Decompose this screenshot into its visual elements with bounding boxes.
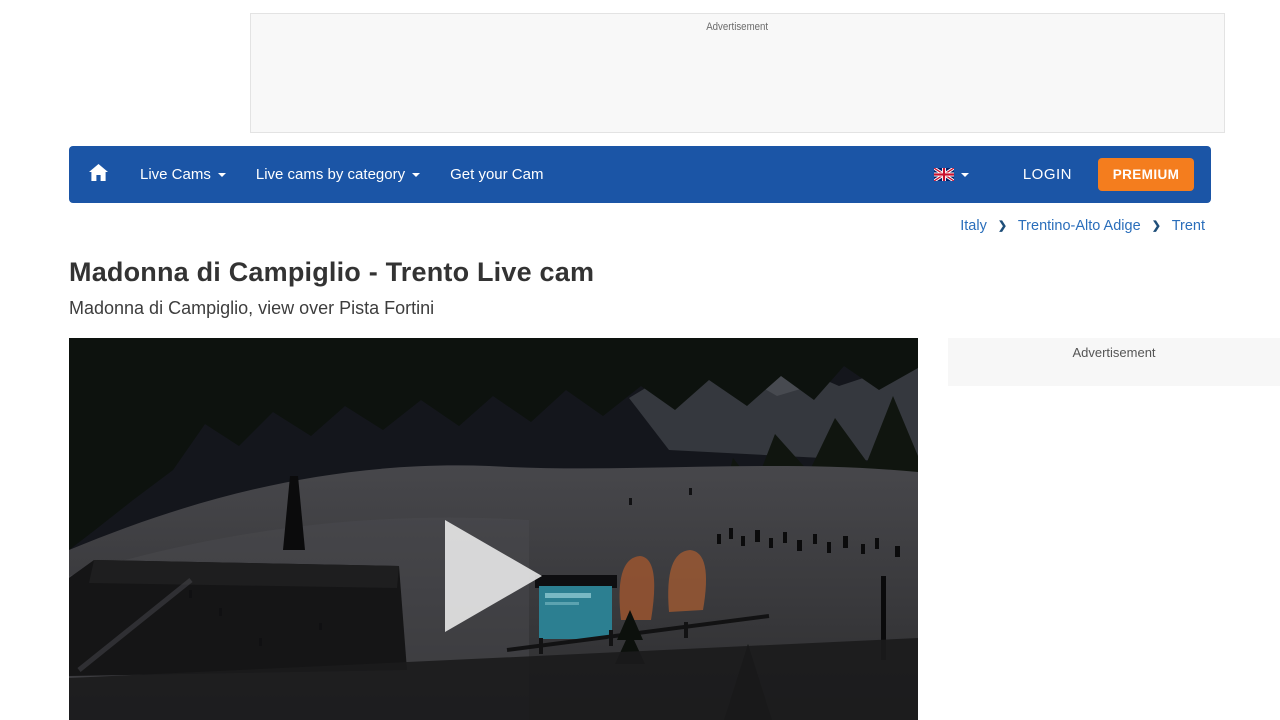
home-icon [89, 164, 108, 186]
ad-label: Advertisement [1072, 345, 1155, 360]
live-cam-player[interactable] [69, 338, 918, 720]
main-navbar: Live Cams Live cams by category Get your… [69, 146, 1211, 203]
nav-item-live-cams[interactable]: Live Cams [125, 166, 241, 183]
side-ad-banner: Advertisement [948, 338, 1280, 386]
top-ad-banner: Advertisement [250, 13, 1225, 133]
chevron-down-icon [412, 173, 420, 177]
chevron-down-icon [961, 173, 969, 177]
breadcrumb-link-trent[interactable]: Trent [1172, 218, 1205, 234]
chevron-right-icon: ❯ [1152, 220, 1161, 232]
nav-item-label: Live cams by category [256, 166, 405, 183]
navbar-right-group: LOGIN PREMIUM [920, 158, 1211, 191]
ad-label: Advertisement [707, 21, 769, 33]
uk-flag-icon [934, 168, 954, 181]
page-title: Madonna di Campiglio - Trento Live cam [69, 257, 594, 288]
home-button[interactable] [69, 164, 125, 186]
nav-item-live-cams-by-category[interactable]: Live cams by category [241, 166, 435, 183]
nav-item-label: Live Cams [140, 166, 211, 183]
breadcrumb: Italy ❯ Trentino-Alto Adige ❯ Trent [960, 218, 1205, 234]
nav-item-label: Get your Cam [450, 166, 543, 183]
page-subtitle: Madonna di Campiglio, view over Pista Fo… [69, 298, 434, 319]
chevron-right-icon: ❯ [998, 220, 1007, 232]
premium-button[interactable]: PREMIUM [1098, 158, 1194, 191]
page: Advertisement Live Cams Live cams by cat… [0, 0, 1280, 720]
play-icon[interactable] [445, 520, 542, 632]
breadcrumb-link-trentino-alto-adige[interactable]: Trentino-Alto Adige [1018, 218, 1141, 234]
nav-item-get-your-cam[interactable]: Get your Cam [435, 166, 558, 183]
breadcrumb-link-italy[interactable]: Italy [960, 218, 987, 234]
login-button[interactable]: LOGIN [983, 166, 1096, 183]
chevron-down-icon [218, 173, 226, 177]
language-selector[interactable] [920, 168, 983, 181]
